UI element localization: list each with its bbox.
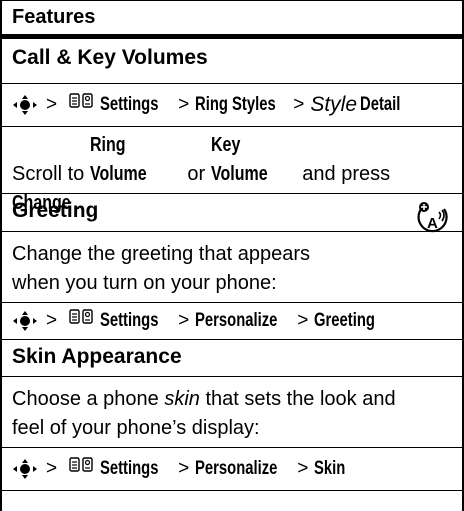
keyword-ring-volume: Ring Volume bbox=[89, 134, 147, 185]
nav-key-icon bbox=[12, 310, 38, 332]
nav-key-icon bbox=[12, 94, 38, 116]
row-divider bbox=[0, 83, 464, 84]
settings-menu-icon bbox=[69, 308, 95, 334]
row-divider bbox=[0, 231, 464, 232]
arrow-symbol: > bbox=[178, 94, 190, 115]
path-item-ring-styles: Ring Styles bbox=[195, 94, 276, 115]
arrow-symbol: > bbox=[46, 94, 58, 115]
section-title-call-key-volumes: Call & Key Volumes bbox=[12, 46, 208, 69]
path-item-style: Style bbox=[310, 93, 358, 116]
path-item-settings: Settings bbox=[100, 94, 159, 115]
path-item-personalize: Personalize bbox=[195, 310, 278, 331]
path-item-settings: Settings bbox=[100, 458, 159, 479]
menu-path-skin: > Settings > Personalize > Skin bbox=[12, 456, 452, 482]
section-title-skin-appearance: Skin Appearance bbox=[12, 345, 182, 368]
settings-menu-icon bbox=[69, 456, 95, 482]
arrow-symbol: > bbox=[297, 458, 309, 479]
path-item-greeting: Greeting bbox=[314, 310, 376, 331]
settings-menu-icon bbox=[69, 92, 95, 118]
section-title-greeting: Greeting bbox=[12, 199, 99, 222]
arrow-symbol: > bbox=[46, 458, 58, 479]
arrow-symbol: > bbox=[46, 310, 58, 331]
menu-path-call-volumes: > Settings > Ring Styles > Style Detail bbox=[12, 92, 452, 118]
feature-table: Features Call & Key Volumes > Settings >… bbox=[0, 0, 464, 511]
table-top-border bbox=[0, 0, 464, 1]
arrow-symbol: > bbox=[178, 310, 190, 331]
section-body-greeting: Change the greeting that appears when yo… bbox=[12, 243, 310, 294]
row-divider bbox=[0, 339, 464, 340]
header-rule bbox=[0, 34, 464, 39]
path-item-skin: Skin bbox=[314, 458, 346, 479]
table-border-left bbox=[0, 0, 2, 511]
table-header: Features bbox=[12, 6, 96, 28]
row-divider bbox=[0, 302, 464, 303]
row-divider bbox=[0, 193, 464, 194]
svg-text:A: A bbox=[427, 215, 438, 232]
arrow-symbol: > bbox=[293, 94, 305, 115]
row-divider bbox=[0, 447, 464, 448]
path-item-detail: Detail bbox=[360, 94, 401, 115]
menu-path-greeting: > Settings > Personalize > Greeting bbox=[12, 308, 452, 334]
path-item-personalize: Personalize bbox=[195, 458, 278, 479]
path-item-settings: Settings bbox=[100, 310, 159, 331]
row-divider bbox=[0, 376, 464, 377]
arrow-symbol: > bbox=[178, 458, 190, 479]
table-bottom-border bbox=[0, 490, 464, 491]
term-skin: skin bbox=[164, 388, 200, 410]
row-divider bbox=[0, 126, 464, 127]
arrow-symbol: > bbox=[297, 310, 309, 331]
section-body-skin: Choose a phone skin that sets the look a… bbox=[12, 388, 396, 439]
keyword-key-volume: Key Volume bbox=[210, 134, 268, 185]
nav-key-icon bbox=[12, 458, 38, 480]
